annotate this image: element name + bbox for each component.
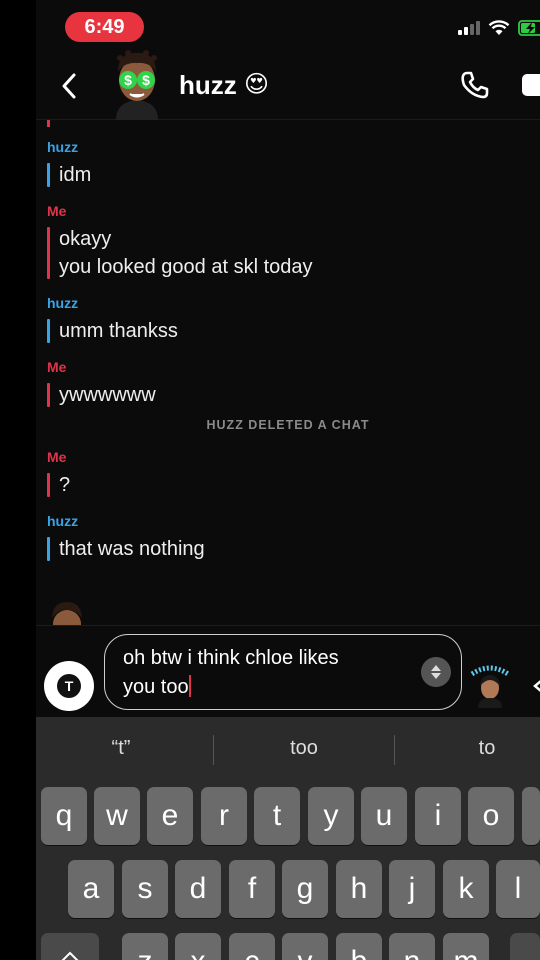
message-item[interactable]: umm thankss (47, 317, 178, 345)
clipped-message-bar (47, 120, 50, 127)
message-text: that was nothing (59, 538, 205, 560)
message-input-line: oh btw i think chloe likes (123, 647, 339, 669)
suggestion-divider (213, 735, 214, 765)
key-v[interactable]: v (282, 933, 328, 960)
suggestion-item[interactable]: “t” (61, 737, 181, 760)
sender-label: huzz (47, 295, 79, 311)
deleted-chat-notice: HUZZ DELETED A CHAT (206, 418, 370, 432)
peeking-bitmoji (52, 602, 82, 626)
message-text: idm (59, 164, 92, 186)
key-f[interactable]: f (229, 860, 275, 918)
key-e[interactable]: e (147, 787, 193, 845)
message-text: umm thankss (59, 320, 178, 342)
message-input-line: you too (123, 676, 189, 698)
status-time: 6:49 (65, 12, 144, 42)
key-x[interactable]: x (175, 933, 221, 960)
message-list[interactable]: huzz idm Me okayy you looked good at skl… (36, 120, 540, 626)
key-t[interactable]: t (254, 787, 300, 845)
left-edge (0, 0, 36, 960)
video-call-icon[interactable] (522, 74, 540, 96)
suggestion-item[interactable]: to (427, 737, 540, 760)
message-item[interactable]: ywwwwww (47, 381, 156, 409)
message-item[interactable]: that was nothing (47, 535, 205, 563)
friend-emoji: 😍 (244, 71, 270, 98)
key-u[interactable]: u (361, 787, 407, 845)
key-s[interactable]: s (122, 860, 168, 918)
delete-key[interactable] (510, 933, 540, 960)
key-a[interactable]: a (68, 860, 114, 918)
text-tool-icon: T (57, 674, 81, 698)
message-item[interactable]: idm (47, 161, 91, 189)
sender-label: Me (47, 359, 67, 375)
shift-key[interactable] (41, 933, 99, 960)
battery-charging-icon (518, 20, 540, 36)
wifi-icon (488, 20, 510, 35)
predictive-bar: “t” too to (36, 717, 540, 777)
back-icon[interactable] (58, 70, 82, 102)
key-p[interactable] (522, 787, 540, 845)
contact-bitmoji-avatar[interactable]: $ $ (106, 50, 168, 120)
key-b[interactable]: b (336, 933, 382, 960)
suggestion-divider (394, 735, 395, 765)
status-icons (458, 20, 540, 36)
message-input[interactable]: oh btw i think chloe likes you too (104, 634, 462, 710)
key-n[interactable]: n (389, 933, 435, 960)
key-i[interactable]: i (415, 787, 461, 845)
message-text: ? (59, 474, 71, 496)
svg-text:$: $ (142, 72, 150, 88)
sender-label: Me (47, 203, 67, 219)
signal-icon (458, 21, 480, 35)
key-k[interactable]: k (443, 860, 489, 918)
call-icon[interactable] (460, 70, 490, 100)
message-text: you looked good at skl today (59, 256, 313, 278)
key-d[interactable]: d (175, 860, 221, 918)
key-y[interactable]: y (308, 787, 354, 845)
compose-bar: T oh btw i think chloe likes you too (36, 625, 540, 717)
key-c[interactable]: c (229, 933, 275, 960)
expand-input-icon[interactable] (421, 657, 451, 687)
message-text: okayy (59, 228, 112, 250)
shift-icon (61, 951, 79, 960)
sender-label: Me (47, 449, 67, 465)
status-bar: 6:49 (36, 0, 540, 56)
chat-header: $ $ huzz 😍 (36, 50, 540, 120)
text-tool-button[interactable]: T (44, 661, 94, 711)
message-item[interactable]: okayy you looked good at skl today (47, 225, 313, 281)
chevron-left-icon[interactable] (532, 678, 540, 694)
key-l[interactable]: l (496, 860, 540, 918)
message-item[interactable]: ? (47, 471, 70, 499)
bitmoji-sticker-icon[interactable] (468, 660, 512, 708)
sender-label: huzz (47, 513, 79, 529)
keyboard: “t” too to q w e r t y u i o a s d f g h… (36, 717, 540, 960)
key-r[interactable]: r (201, 787, 247, 845)
suggestion-item[interactable]: too (244, 737, 364, 760)
key-h[interactable]: h (336, 860, 382, 918)
key-j[interactable]: j (389, 860, 435, 918)
message-text: ywwwwww (59, 384, 156, 406)
key-w[interactable]: w (94, 787, 140, 845)
sender-label: huzz (47, 139, 79, 155)
key-z[interactable]: z (122, 933, 168, 960)
key-q[interactable]: q (41, 787, 87, 845)
key-o[interactable]: o (468, 787, 514, 845)
text-caret (188, 675, 191, 697)
svg-text:$: $ (124, 72, 132, 88)
contact-name[interactable]: huzz (179, 70, 237, 101)
key-m[interactable]: m (443, 933, 489, 960)
key-g[interactable]: g (282, 860, 328, 918)
snapchat-chat-screen: 6:49 $ $ huzz 😍 huzz idm Me okayy you lo… (36, 0, 540, 960)
